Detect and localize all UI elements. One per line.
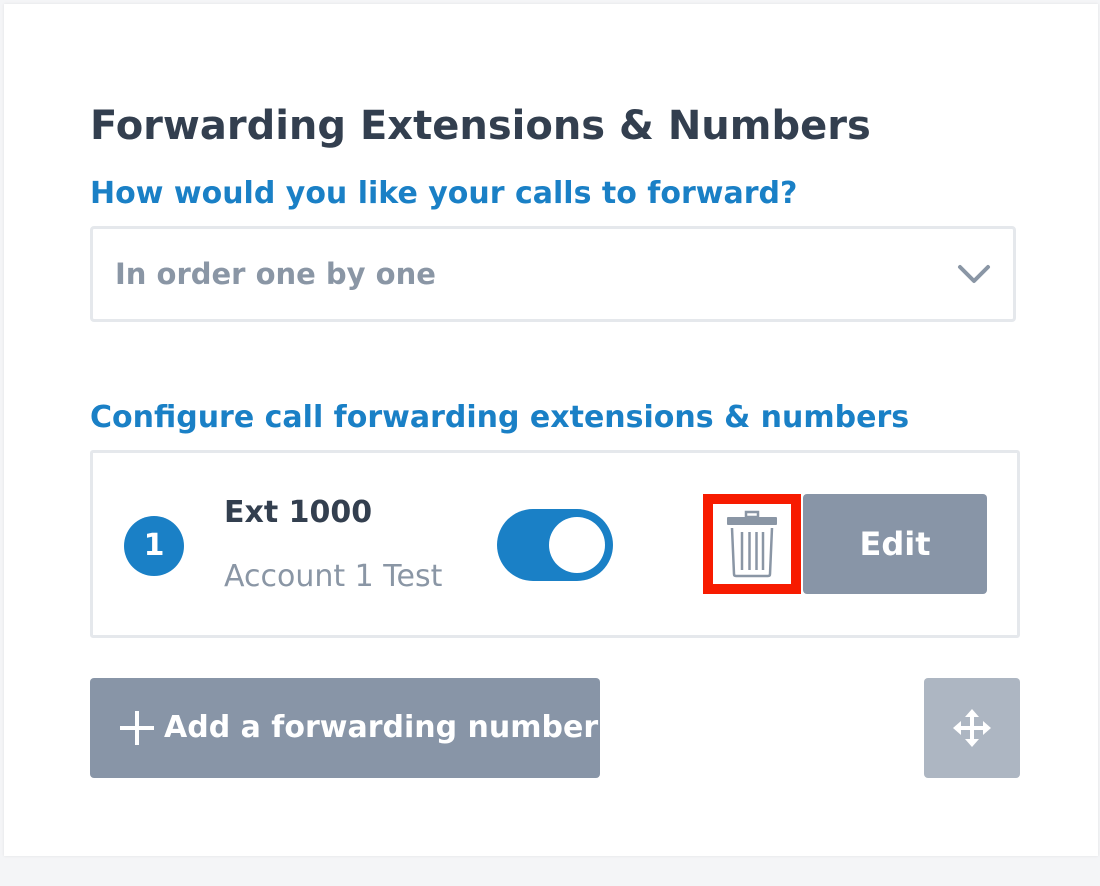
toggle-knob (549, 517, 605, 573)
forwarding-list-label: Configure call forwarding extensions & n… (90, 400, 910, 435)
add-forwarding-number-button[interactable]: Add a forwarding number (90, 678, 600, 778)
extension-account: Account 1 Test (224, 559, 443, 594)
forward-mode-value: In order one by one (115, 257, 436, 291)
forwarding-enabled-toggle[interactable] (497, 509, 613, 581)
page-title: Forwarding Extensions & Numbers (90, 103, 871, 149)
forwarding-row: 1 Ext 1000 Account 1 Test Edit (90, 450, 1020, 638)
trash-icon (727, 510, 777, 578)
forwarding-card: Forwarding Extensions & Numbers How woul… (4, 4, 1098, 856)
edit-button[interactable]: Edit (803, 494, 987, 594)
extension-name: Ext 1000 (224, 495, 373, 530)
plus-icon (120, 711, 154, 745)
add-forwarding-number-label: Add a forwarding number (164, 710, 599, 745)
forward-mode-label: How would you like your calls to forward… (90, 176, 798, 211)
order-badge: 1 (124, 516, 184, 576)
reorder-button[interactable] (924, 678, 1020, 778)
delete-button[interactable] (703, 494, 801, 594)
forward-mode-select[interactable]: In order one by one (90, 226, 1016, 322)
move-icon (953, 709, 991, 747)
chevron-down-icon (958, 265, 990, 283)
